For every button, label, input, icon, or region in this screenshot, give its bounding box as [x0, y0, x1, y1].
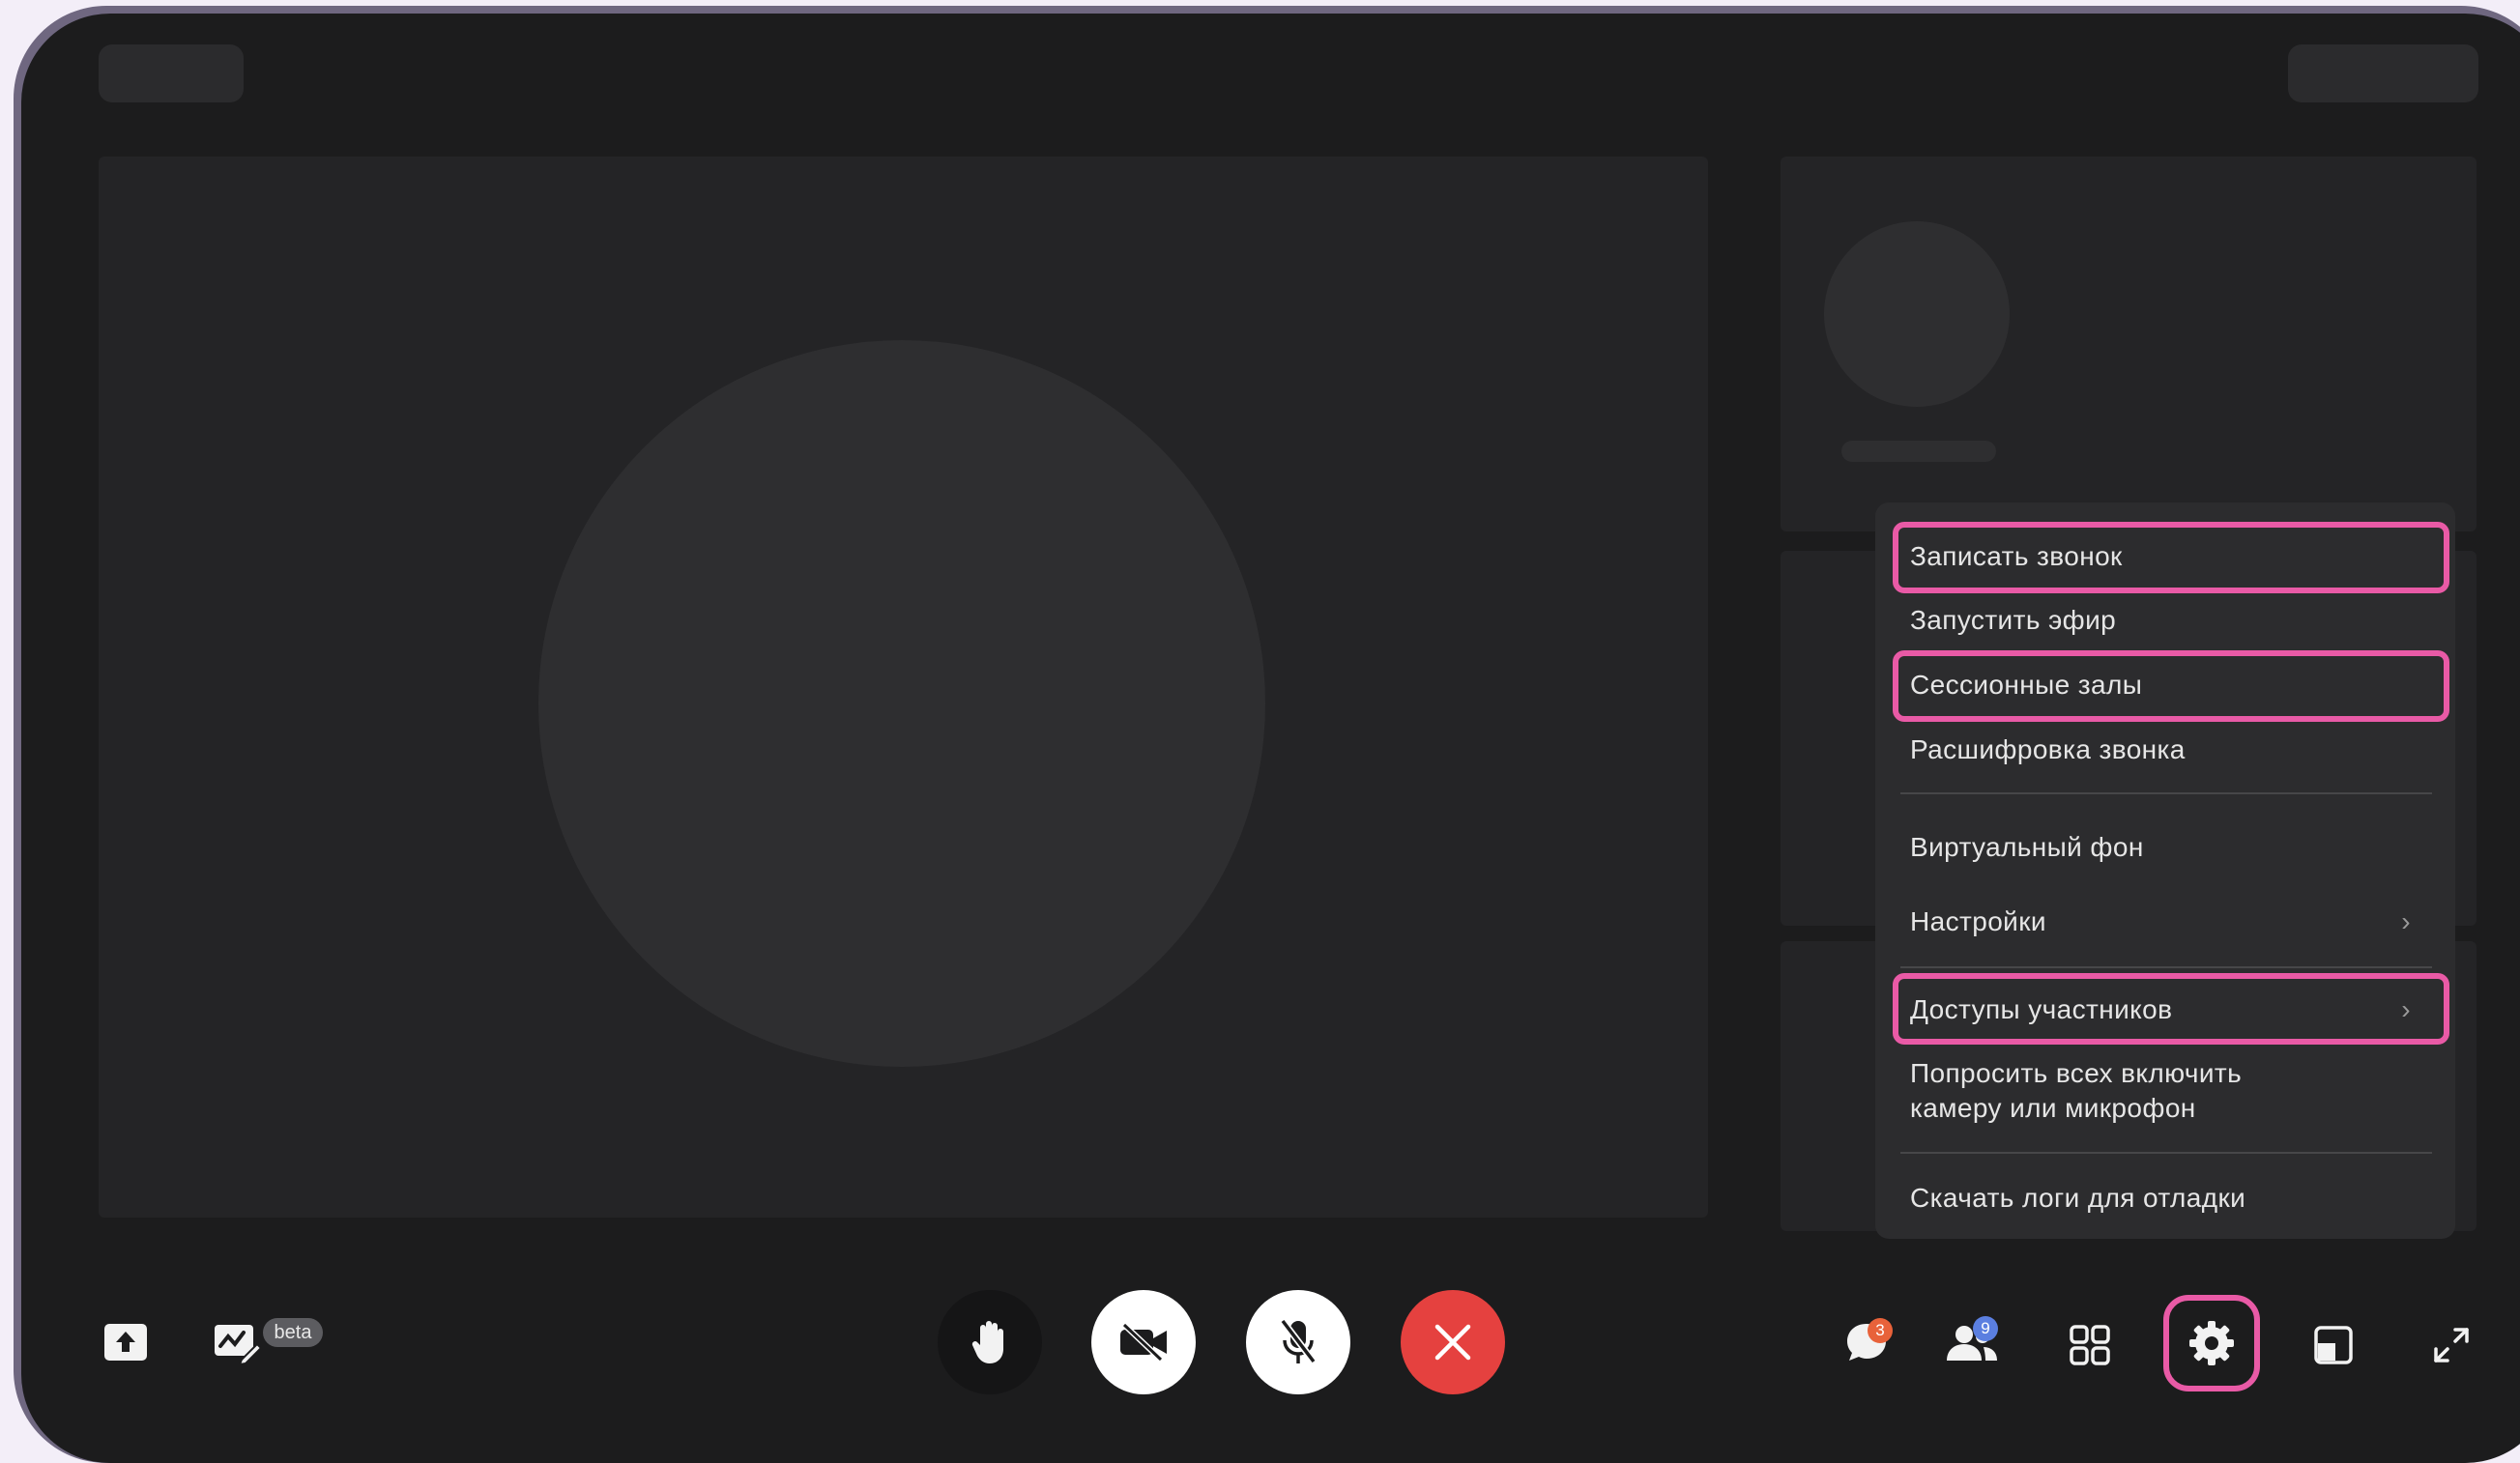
- main-avatar: [538, 340, 1265, 1067]
- end-call-button[interactable]: [1401, 1290, 1505, 1394]
- menu-divider: [1900, 966, 2432, 968]
- whiteboard-icon: [215, 1325, 263, 1365]
- menu-item-label: Расшифровка звонка: [1910, 734, 2186, 764]
- camera-toggle-button[interactable]: [1091, 1290, 1196, 1394]
- settings-menu: Записать звонок Запустить эфир Сессионны…: [1875, 502, 2455, 1239]
- fullscreen-icon: [2434, 1328, 2469, 1363]
- grid-view-button[interactable]: [2069, 1324, 2111, 1366]
- menu-item-label: Настройки: [1910, 906, 2046, 936]
- highlight-frame: [1893, 650, 2449, 722]
- participant-name-placeholder: [1841, 441, 1996, 462]
- chevron-right-icon: ›: [2401, 906, 2411, 936]
- menu-item-label: Виртуальный фон: [1910, 832, 2144, 862]
- camera-off-icon: [1120, 1323, 1167, 1362]
- share-screen-button[interactable]: [101, 1320, 151, 1366]
- menu-divider: [1900, 792, 2432, 794]
- settings-button[interactable]: [2163, 1295, 2260, 1391]
- chat-unread-badge: 3: [1868, 1318, 1893, 1343]
- layout-icon: [2314, 1326, 2353, 1364]
- beta-badge: beta: [263, 1318, 323, 1347]
- share-screen-icon: [104, 1324, 147, 1361]
- settings-icon: [2189, 1321, 2234, 1365]
- participant-avatar: [1824, 221, 2010, 407]
- microphone-toggle-button[interactable]: [1246, 1290, 1350, 1394]
- highlight-frame: [1893, 973, 2449, 1045]
- grid-icon: [2070, 1325, 2110, 1365]
- menu-item-label: Скачать логи для отладки: [1910, 1183, 2246, 1213]
- menu-item-label-line: камеру или микрофон: [1910, 1093, 2196, 1123]
- call-title-placeholder: [99, 44, 244, 102]
- layout-button[interactable]: [2312, 1324, 2355, 1366]
- top-right-placeholder: [2288, 44, 2478, 102]
- menu-divider: [1900, 1152, 2432, 1154]
- menu-item-label: Запустить эфир: [1910, 605, 2117, 635]
- menu-item-label: Попросить всех включить камеру или микро…: [1910, 1056, 2242, 1126]
- highlight-frame: [1893, 522, 2449, 593]
- raise-hand-icon: [971, 1321, 1003, 1363]
- main-video-tile: [99, 157, 1708, 1218]
- menu-item-label-line: Попросить всех включить: [1910, 1058, 2243, 1088]
- fullscreen-button[interactable]: [2430, 1324, 2473, 1366]
- raise-hand-button[interactable]: [938, 1290, 1042, 1394]
- whiteboard-button[interactable]: [211, 1318, 265, 1368]
- end-call-icon: [1434, 1324, 1471, 1361]
- mic-off-icon: [1280, 1318, 1317, 1364]
- participants-count-badge: 9: [1973, 1316, 1998, 1341]
